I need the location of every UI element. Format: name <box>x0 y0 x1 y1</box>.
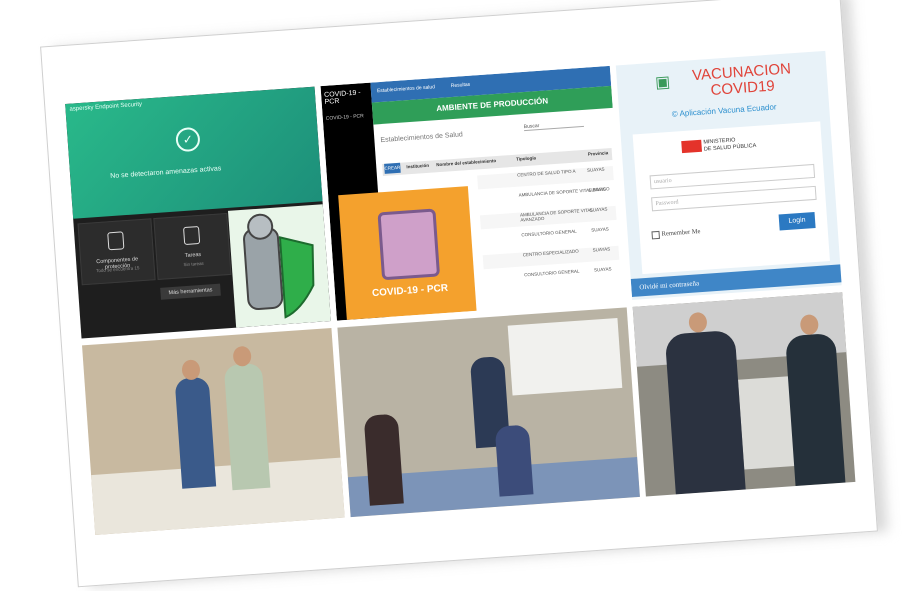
attendee <box>494 424 534 497</box>
antivirus-status-message: No se detectaron amenazas activas <box>110 165 222 181</box>
remember-label: Remember Me <box>661 228 701 238</box>
covid-pcr-screenshot: COVID-19 - PCR COVID-19 - PCR Establecim… <box>320 65 627 321</box>
person <box>223 362 271 491</box>
desk <box>91 457 345 535</box>
pcr-sidebar-item[interactable]: COVID-19 - PCR <box>326 113 364 122</box>
table-row[interactable]: AMBULANCIA DE SOPORTE VITAL BÁSICO SUAYAS <box>479 186 616 209</box>
password-field[interactable]: Password <box>651 185 817 212</box>
tipologia-cell: CENTRO ESPECIALIZADO <box>522 248 579 258</box>
table-row[interactable]: CENTRO ESPECIALIZADO SUAYAS <box>482 245 620 270</box>
tab-resultados[interactable]: Resultas <box>451 82 471 89</box>
vacunacion-screenshot: ▣ VACUNACION COVID19 © Aplicación Vacuna… <box>615 50 842 300</box>
vacunacion-subtitle: © Aplicación Vacuna Ecuador <box>671 102 777 119</box>
ministry-name: MINISTERIO DE SALUD PÚBLICA <box>703 136 756 154</box>
more-tools-button[interactable]: Más herramientas <box>160 283 221 300</box>
projection-screen <box>507 318 623 396</box>
attendee <box>363 413 404 506</box>
tile-sub: Sin tareas <box>183 260 204 268</box>
login-form: MINISTERIO DE SALUD PÚBLICA usuario Pass… <box>632 121 830 275</box>
pcr-sidebar-title: COVID-19 - PCR <box>323 89 361 106</box>
tipologia-cell: CONSULTORIO GENERAL <box>521 228 577 238</box>
table-row[interactable]: AMBULANCIA DE SOPORTE VITAL AVANZADO SUAY… <box>479 205 617 230</box>
clipboard-icon <box>183 225 201 246</box>
person <box>785 332 846 487</box>
person <box>664 329 746 495</box>
login-button[interactable]: Login <box>778 212 816 231</box>
tipologia-cell: CENTRO DE SALUD TIPO A <box>517 168 576 178</box>
clipboard-icon <box>377 208 441 281</box>
provincia-cell: SUAYAS <box>593 266 612 273</box>
protection-components-tile[interactable]: Componentes de protección Todo se encuen… <box>77 218 156 286</box>
collage-card: aspersky Endpoint Security ✓ No se detec… <box>40 0 878 588</box>
msp-logo <box>681 139 703 154</box>
create-button[interactable]: CREAR <box>384 162 401 174</box>
provincia-cell: SUAYAS <box>591 226 609 233</box>
photo-training-session <box>337 307 640 518</box>
antivirus-status-area: aspersky Endpoint Security ✓ No se detec… <box>65 86 323 219</box>
provincia-cell: SUAYAS <box>588 186 607 193</box>
robot-shield-illustration <box>227 204 331 328</box>
shield-icon <box>107 231 125 251</box>
provincia-cell: SUAYAS <box>592 246 611 253</box>
vacunacion-title: VACUNACION COVID19 <box>666 60 818 102</box>
photo-office-staff <box>82 327 345 535</box>
antivirus-screenshot: aspersky Endpoint Security ✓ No se detec… <box>65 86 331 339</box>
list-title: Establecimientos de Salud <box>380 131 464 145</box>
tasks-tile[interactable]: Tareas Sin tareas <box>153 212 232 281</box>
remember-checkbox[interactable] <box>651 230 660 240</box>
table-row[interactable]: CENTRO DE SALUD TIPO A SUAYAS <box>477 165 614 190</box>
person <box>174 376 217 489</box>
table-row[interactable]: CONSULTORIO GENERAL SUAYAS <box>484 266 621 289</box>
check-circle-icon: ✓ <box>175 126 201 153</box>
provincia-cell: SUAYAS <box>586 166 605 173</box>
table-row[interactable]: CONSULTORIO GENERAL SUAYAS <box>481 226 618 249</box>
photo-copier-staff <box>632 292 856 497</box>
username-field[interactable]: usuario <box>649 163 816 190</box>
logo-text: COVID-19 - PCR <box>371 282 449 300</box>
antivirus-title: aspersky Endpoint Security <box>69 101 143 113</box>
tab-establecimientos[interactable]: Establecimientos de salud <box>377 84 435 94</box>
covid-pcr-logo: COVID-19 - PCR <box>338 186 477 320</box>
search-input[interactable]: Buscar <box>523 119 584 132</box>
tipologia-cell: CONSULTORIO GENERAL <box>524 268 580 278</box>
